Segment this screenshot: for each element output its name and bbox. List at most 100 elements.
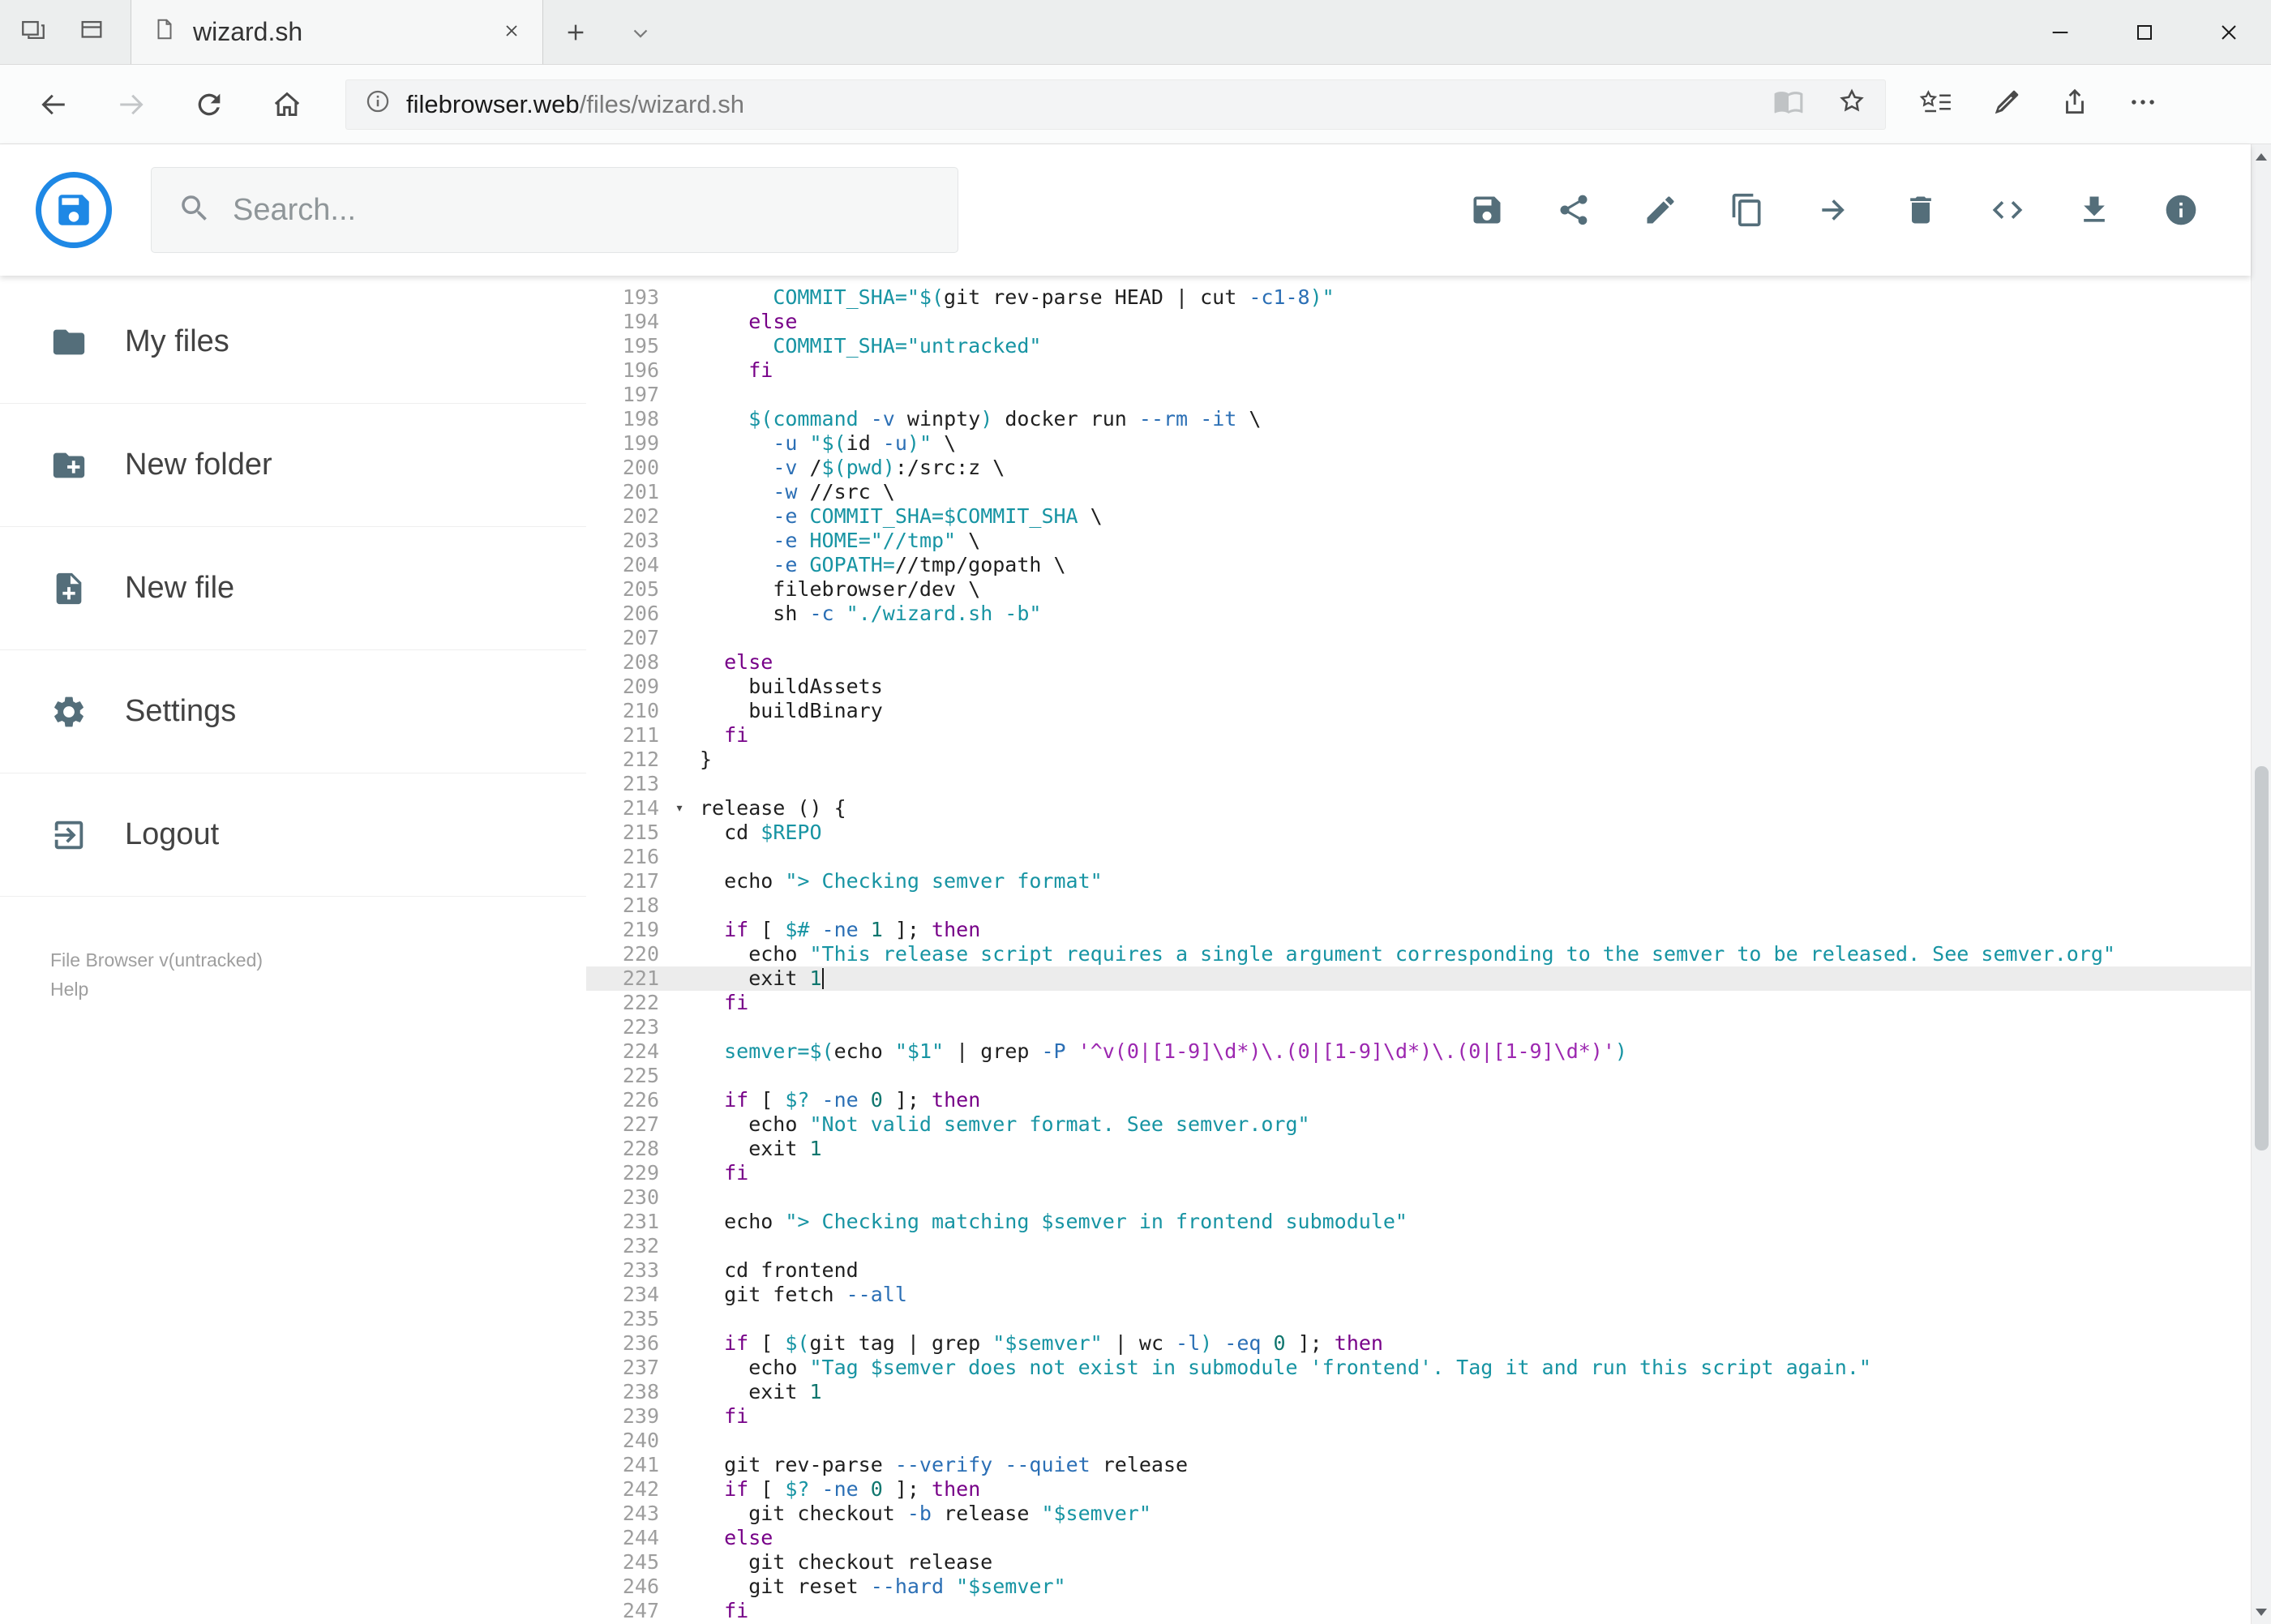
code-line[interactable]: 224 semver=$(echo "$1" | grep -P '^v(0|[… [586,1039,2251,1064]
code-line[interactable]: 235 [586,1307,2251,1331]
add-favorite-star-icon[interactable] [1836,86,1867,123]
tabs-set-aside-icon[interactable] [19,16,47,48]
code-line[interactable]: 196 fi [586,358,2251,383]
edit-button[interactable] [1638,187,1683,233]
scroll-down-arrow-icon[interactable] [2252,1600,2271,1624]
code-line[interactable]: 227 echo "Not valid semver format. See s… [586,1112,2251,1137]
code-line[interactable]: 232 [586,1234,2251,1258]
code-line[interactable]: 220 echo "This release script requires a… [586,942,2251,966]
fold-marker-icon[interactable]: ▾ [659,796,700,821]
filebrowser-logo-icon[interactable] [36,172,112,248]
code-line[interactable]: 247 fi [586,1599,2251,1623]
address-bar[interactable]: filebrowser.web/files/wizard.sh [345,79,1886,130]
sidebar-item-new-file[interactable]: New file [0,527,586,650]
share-button[interactable] [1551,187,1596,233]
code-line[interactable]: 229 fi [586,1161,2251,1185]
code-line[interactable]: 211 fi [586,723,2251,748]
code-line[interactable]: 197 [586,383,2251,407]
share-page-icon[interactable] [2059,87,2090,122]
code-line[interactable]: 245 git checkout release [586,1550,2251,1575]
code-line[interactable]: 233 cd frontend [586,1258,2251,1283]
code-line[interactable]: 219 if [ $# -ne 1 ]; then [586,918,2251,942]
code-line[interactable]: 218 [586,893,2251,918]
copy-button[interactable] [1725,187,1770,233]
code-line[interactable]: 217 echo "> Checking semver format" [586,869,2251,893]
scrollbar-thumb[interactable] [2255,765,2269,1151]
code-line[interactable]: 198 $(command -v winpty) docker run --rm… [586,407,2251,431]
back-button[interactable] [15,75,92,134]
code-line[interactable]: 246 git reset --hard "$semver" [586,1575,2251,1599]
code-line[interactable]: 228 exit 1 [586,1137,2251,1161]
code-line[interactable]: 215 cd $REPO [586,821,2251,845]
forward-button[interactable] [92,75,170,134]
code-line[interactable]: 200 -v /$(pwd):/src:z \ [586,456,2251,480]
code-line[interactable]: 238 exit 1 [586,1380,2251,1404]
code-line[interactable]: 205 filebrowser/dev \ [586,577,2251,602]
save-button[interactable] [1464,187,1510,233]
code-line[interactable]: 210 buildBinary [586,699,2251,723]
sidebar-item-new-folder[interactable]: New folder [0,404,586,527]
code-line[interactable]: 199 -u "$(id -u)" \ [586,431,2251,456]
vertical-scrollbar[interactable] [2251,144,2271,1624]
code-line[interactable]: 244 else [586,1526,2251,1550]
code-line[interactable]: 239 fi [586,1404,2251,1429]
code-line[interactable]: 243 git checkout -b release "$semver" [586,1502,2251,1526]
delete-button[interactable] [1898,187,1943,233]
new-tab-button[interactable] [543,0,608,64]
code-line[interactable]: 221 exit 1 [586,966,2251,991]
refresh-button[interactable] [170,75,248,134]
tab-preview-chevron-icon[interactable] [608,0,673,64]
code-line[interactable]: 236 if [ $(git tag | grep "$semver" | wc… [586,1331,2251,1356]
browser-tab[interactable]: wizard.sh [131,0,543,64]
code-line[interactable]: 241 git rev-parse --verify --quiet relea… [586,1453,2251,1477]
code-line[interactable]: 234 git fetch --all [586,1283,2251,1307]
tab-close-button[interactable] [502,17,521,47]
sidebar-item-my-files[interactable]: My files [0,281,586,404]
code-line[interactable]: 240 [586,1429,2251,1453]
code-line[interactable]: 231 echo "> Checking matching $semver in… [586,1210,2251,1234]
sidebar-item-settings[interactable]: Settings [0,650,586,773]
code-line[interactable]: 223 [586,1015,2251,1039]
code-line[interactable]: 202 -e COMMIT_SHA=$COMMIT_SHA \ [586,504,2251,529]
info-button[interactable] [2158,187,2204,233]
code-line[interactable]: 207 [586,626,2251,650]
raw-code-button[interactable] [1985,187,2030,233]
code-line[interactable]: 225 [586,1064,2251,1088]
code-line[interactable]: 195 COMMIT_SHA="untracked" [586,334,2251,358]
close-window-button[interactable] [2187,0,2271,64]
site-info-icon[interactable] [364,88,392,122]
code-editor[interactable]: 193 COMMIT_SHA="$(git rev-parse HEAD | c… [586,276,2251,1624]
minimize-button[interactable] [2018,0,2102,64]
download-button[interactable] [2072,187,2117,233]
scroll-up-arrow-icon[interactable] [2252,144,2271,169]
code-line[interactable]: 222 fi [586,991,2251,1015]
code-line[interactable]: 201 -w //src \ [586,480,2251,504]
code-line[interactable]: 204 -e GOPATH=//tmp/gopath \ [586,553,2251,577]
code-line[interactable]: 214 ▾ release () { [586,796,2251,821]
more-options-icon[interactable] [2127,87,2158,122]
code-line[interactable]: 208 else [586,650,2251,675]
code-line[interactable]: 212} [586,748,2251,772]
home-button[interactable] [248,75,326,134]
code-line[interactable]: 194 else [586,310,2251,334]
web-note-pen-icon[interactable] [1991,87,2022,122]
reading-view-icon[interactable] [1773,86,1804,123]
code-line[interactable]: 237 echo "Tag $semver does not exist in … [586,1356,2251,1380]
help-link[interactable]: Help [50,975,88,1004]
code-line[interactable]: 242 if [ $? -ne 0 ]; then [586,1477,2251,1502]
code-line[interactable]: 230 [586,1185,2251,1210]
code-line[interactable]: 206 sh -c "./wizard.sh -b" [586,602,2251,626]
search-input[interactable] [233,192,932,228]
code-line[interactable]: 213 [586,772,2251,796]
hub-favorites-icon[interactable] [1918,88,1954,121]
code-line[interactable]: 193 COMMIT_SHA="$(git rev-parse HEAD | c… [586,285,2251,310]
code-line[interactable]: 203 -e HOME="//tmp" \ [586,529,2251,553]
sidebar-item-logout[interactable]: Logout [0,773,586,897]
code-line[interactable]: 216 [586,845,2251,869]
search-box[interactable] [151,167,958,253]
move-button[interactable] [1811,187,1857,233]
maximize-button[interactable] [2102,0,2187,64]
code-line[interactable]: 209 buildAssets [586,675,2251,699]
tab-preview-panel-icon[interactable] [78,16,105,48]
code-line[interactable]: 226 if [ $? -ne 0 ]; then [586,1088,2251,1112]
